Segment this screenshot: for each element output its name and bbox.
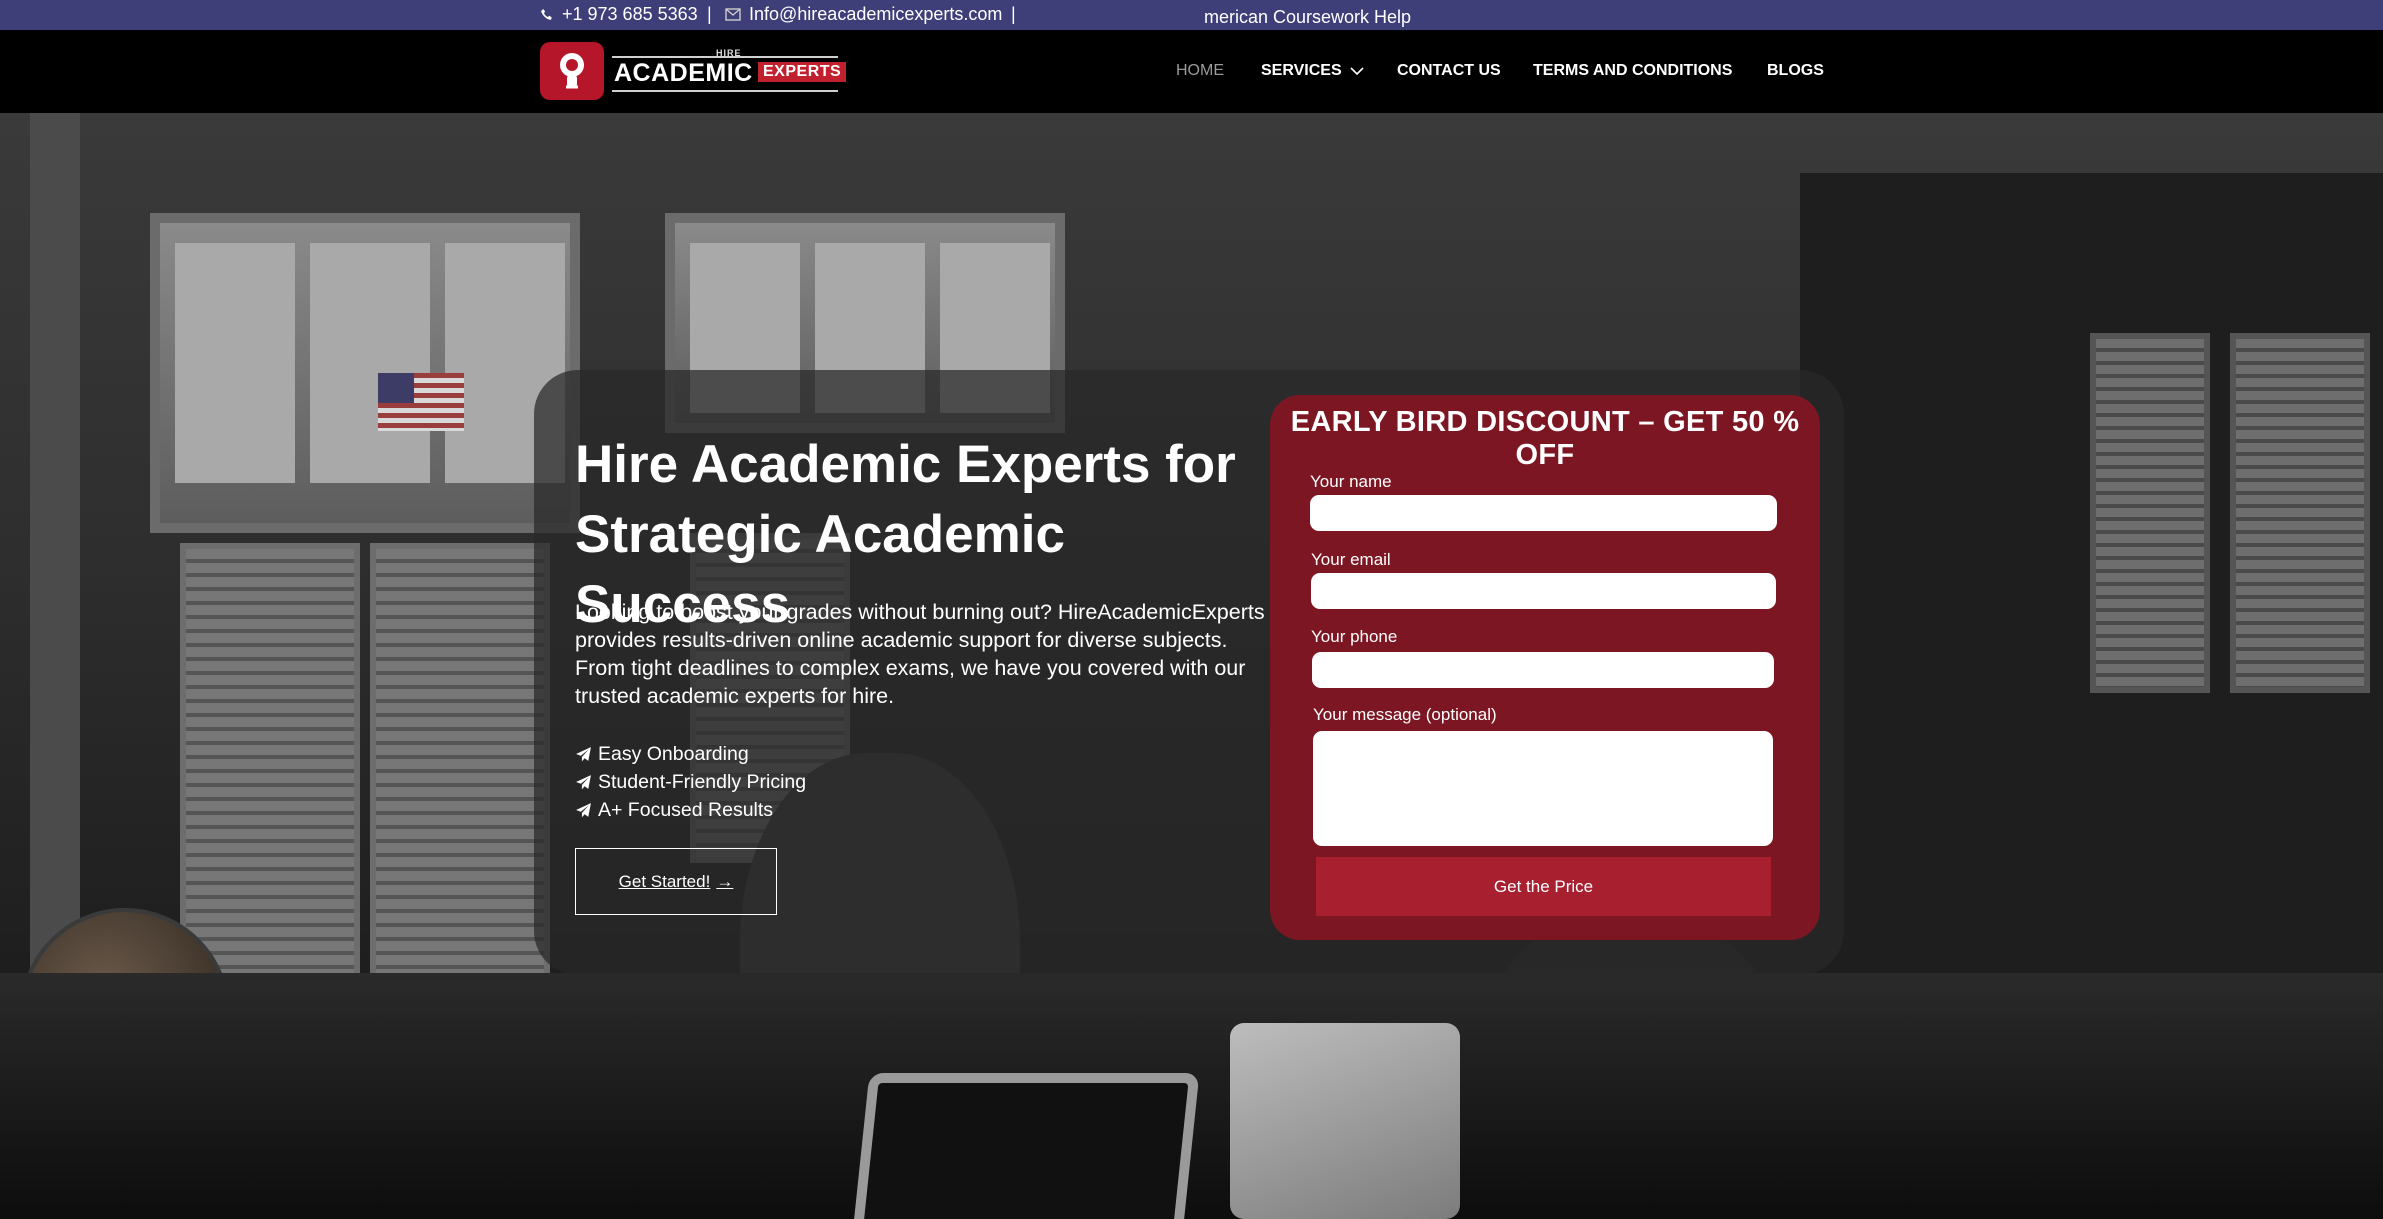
feature-item: A+ Focused Results bbox=[575, 796, 806, 824]
form-title: EARLY BIRD DISCOUNT – GET 50 % OFF bbox=[1290, 406, 1800, 471]
phone-input[interactable] bbox=[1312, 652, 1774, 688]
mail-icon bbox=[725, 8, 741, 21]
feature-list: Easy Onboarding Student-Friendly Pricing… bbox=[575, 740, 806, 824]
paper-plane-icon bbox=[576, 746, 591, 761]
phone-contact[interactable]: +1 973 685 5363 bbox=[540, 4, 698, 25]
phone-number[interactable]: +1 973 685 5363 bbox=[562, 4, 698, 25]
separator: | bbox=[1011, 4, 1016, 24]
get-started-button[interactable]: Get Started! → bbox=[575, 848, 777, 915]
nav-item-services-label: SERVICES bbox=[1261, 62, 1342, 79]
site-logo[interactable]: HIRE ACADEMIC EXPERTS bbox=[540, 42, 847, 100]
scrolling-announcement: merican Coursework Help bbox=[1204, 7, 1412, 27]
message-textarea[interactable] bbox=[1313, 731, 1773, 846]
feature-item: Student-Friendly Pricing bbox=[575, 768, 806, 796]
chevron-down-icon bbox=[1350, 66, 1364, 75]
hero-description: Looking to boost your grades without bur… bbox=[575, 600, 1265, 708]
get-started-label: Get Started! bbox=[618, 871, 711, 891]
logo-rule-top bbox=[612, 56, 838, 58]
nav-item-services[interactable]: SERVICES bbox=[1261, 62, 1364, 80]
email-address[interactable]: Info@hireacademicexperts.com bbox=[749, 4, 1002, 25]
feature-label: Easy Onboarding bbox=[598, 743, 749, 765]
separator: | bbox=[707, 4, 712, 24]
email-contact[interactable]: Info@hireacademicexperts.com bbox=[725, 4, 1002, 25]
laptop bbox=[850, 1073, 1200, 1219]
top-contact-bar: +1 973 685 5363 | Info@hireacademicexper… bbox=[0, 0, 2383, 30]
flag bbox=[378, 373, 464, 431]
nav-item-blogs[interactable]: BLOGS bbox=[1767, 62, 1824, 80]
feature-label: A+ Focused Results bbox=[598, 799, 774, 821]
nav-item-home[interactable]: HOME bbox=[1176, 62, 1224, 80]
name-input[interactable] bbox=[1310, 495, 1777, 531]
paper-plane-icon bbox=[576, 774, 591, 789]
nav-item-contact[interactable]: CONTACT US bbox=[1397, 62, 1501, 80]
email-input[interactable] bbox=[1311, 573, 1776, 609]
logo-academic-text: ACADEMIC bbox=[614, 59, 753, 87]
phone-icon bbox=[540, 8, 554, 22]
lightbulb-hand-icon bbox=[560, 53, 584, 89]
window-shutter bbox=[180, 543, 360, 1003]
window-shutter bbox=[370, 543, 550, 1003]
logo-badge bbox=[540, 42, 604, 100]
logo-experts-text: EXPERTS bbox=[758, 62, 847, 82]
logo-rule-bottom bbox=[612, 90, 838, 92]
main-navigation: HIRE ACADEMIC EXPERTS HOME SERVICES CONT… bbox=[0, 30, 2383, 113]
window bbox=[150, 213, 580, 533]
logo-wordmark: HIRE ACADEMIC EXPERTS bbox=[612, 48, 847, 94]
message-label: Your message (optional) bbox=[1313, 705, 1497, 724]
laptop bbox=[1230, 1023, 1460, 1219]
feature-item: Easy Onboarding bbox=[575, 740, 806, 768]
feature-label: Student-Friendly Pricing bbox=[598, 771, 807, 793]
phone-label: Your phone bbox=[1311, 627, 1398, 646]
arrow-right-icon: → bbox=[716, 871, 734, 891]
get-price-button[interactable]: Get the Price bbox=[1316, 857, 1771, 916]
name-label: Your name bbox=[1310, 472, 1392, 491]
paper-plane-icon bbox=[576, 802, 591, 817]
email-label: Your email bbox=[1311, 550, 1391, 569]
nav-item-terms[interactable]: TERMS AND CONDITIONS bbox=[1533, 62, 1732, 80]
